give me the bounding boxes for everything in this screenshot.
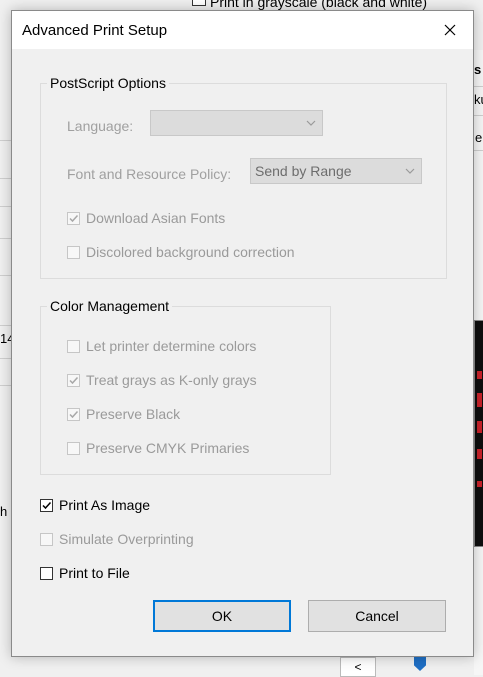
checkbox-box[interactable] — [67, 407, 80, 421]
dialog-title: Advanced Print Setup — [22, 22, 168, 39]
checkmark-icon — [69, 214, 79, 222]
checkmark-icon — [42, 501, 52, 509]
bg-right-text-ku: ku — [474, 92, 483, 107]
bg-divider — [0, 275, 11, 276]
checkmark-icon — [69, 376, 79, 384]
color-management-legend: Color Management — [47, 298, 173, 314]
bg-divider — [0, 178, 11, 179]
bg-scroll-left-button[interactable]: < — [340, 657, 376, 677]
print-as-image-checkbox[interactable]: Print As Image — [40, 497, 150, 513]
bg-divider — [0, 206, 11, 207]
print-to-file-checkbox[interactable]: Print to File — [40, 565, 130, 581]
print-to-file-label: Print to File — [59, 565, 130, 581]
let-printer-determine-colors-label: Let printer determine colors — [86, 338, 257, 354]
ok-button[interactable]: OK — [153, 600, 291, 632]
postscript-options-legend: PostScript Options — [47, 75, 169, 91]
download-asian-fonts-label: Download Asian Fonts — [86, 210, 226, 226]
print-as-image-label: Print As Image — [59, 497, 151, 513]
bg-grayscale-label: Print in grayscale (black and white) — [210, 0, 428, 10]
treat-grays-k-only-label: Treat grays as K-only grays — [86, 372, 257, 388]
language-select[interactable] — [150, 110, 323, 136]
chevron-down-icon — [405, 168, 415, 174]
close-icon — [444, 24, 456, 36]
bg-divider — [474, 115, 483, 116]
font-policy-select-value: Send by Range — [255, 163, 352, 179]
chevron-down-icon — [306, 120, 316, 126]
font-policy-select[interactable]: Send by Range — [250, 158, 422, 184]
discolored-background-label: Discolored background correction — [86, 244, 295, 260]
advanced-print-setup-dialog: Advanced Print Setup PostScript Options … — [11, 10, 474, 657]
bg-left-text-h: h — [0, 504, 8, 519]
bg-divider — [0, 238, 11, 239]
checkbox-box[interactable] — [40, 566, 53, 580]
bg-divider — [0, 385, 11, 386]
bg-slider-thumb[interactable] — [414, 657, 426, 671]
treat-grays-k-only-checkbox[interactable]: Treat grays as K-only grays — [67, 372, 257, 388]
postscript-options-group: PostScript Options Language: Font and Re… — [40, 75, 447, 279]
close-button[interactable] — [427, 11, 473, 49]
bg-divider — [474, 86, 483, 87]
bg-right-text-e: e — [475, 130, 483, 145]
simulate-overprinting-label: Simulate Overprinting — [59, 531, 194, 547]
font-policy-label: Font and Resource Policy: — [67, 166, 232, 182]
download-asian-fonts-checkbox[interactable]: Download Asian Fonts — [67, 210, 225, 226]
bg-divider — [0, 325, 11, 326]
checkmark-icon — [69, 410, 79, 418]
bg-right-text-s: s — [474, 62, 482, 77]
bg-divider — [0, 358, 11, 359]
bg-preview-image — [474, 320, 483, 547]
checkbox-box[interactable] — [67, 339, 80, 353]
preserve-black-label: Preserve Black — [86, 406, 181, 422]
color-management-group: Color Management Let printer determine c… — [40, 298, 331, 475]
language-label: Language: — [67, 118, 134, 134]
checkbox-box[interactable] — [67, 245, 80, 259]
preserve-cmyk-primaries-label: Preserve CMYK Primaries — [86, 440, 250, 456]
dialog-titlebar: Advanced Print Setup — [12, 11, 473, 49]
bg-grayscale-checkbox[interactable] — [192, 0, 206, 6]
bg-divider — [0, 140, 11, 141]
checkbox-box[interactable] — [67, 441, 80, 455]
checkbox-box[interactable] — [67, 211, 80, 225]
checkbox-box[interactable] — [67, 373, 80, 387]
bg-divider — [474, 150, 483, 151]
preserve-black-checkbox[interactable]: Preserve Black — [67, 406, 180, 422]
checkbox-box[interactable] — [40, 532, 53, 546]
let-printer-determine-colors-checkbox[interactable]: Let printer determine colors — [67, 338, 256, 354]
cancel-button[interactable]: Cancel — [308, 600, 446, 632]
checkbox-box[interactable] — [40, 498, 53, 512]
discolored-background-checkbox[interactable]: Discolored background correction — [67, 244, 295, 260]
simulate-overprinting-checkbox[interactable]: Simulate Overprinting — [40, 531, 194, 547]
preserve-cmyk-primaries-checkbox[interactable]: Preserve CMYK Primaries — [67, 440, 249, 456]
